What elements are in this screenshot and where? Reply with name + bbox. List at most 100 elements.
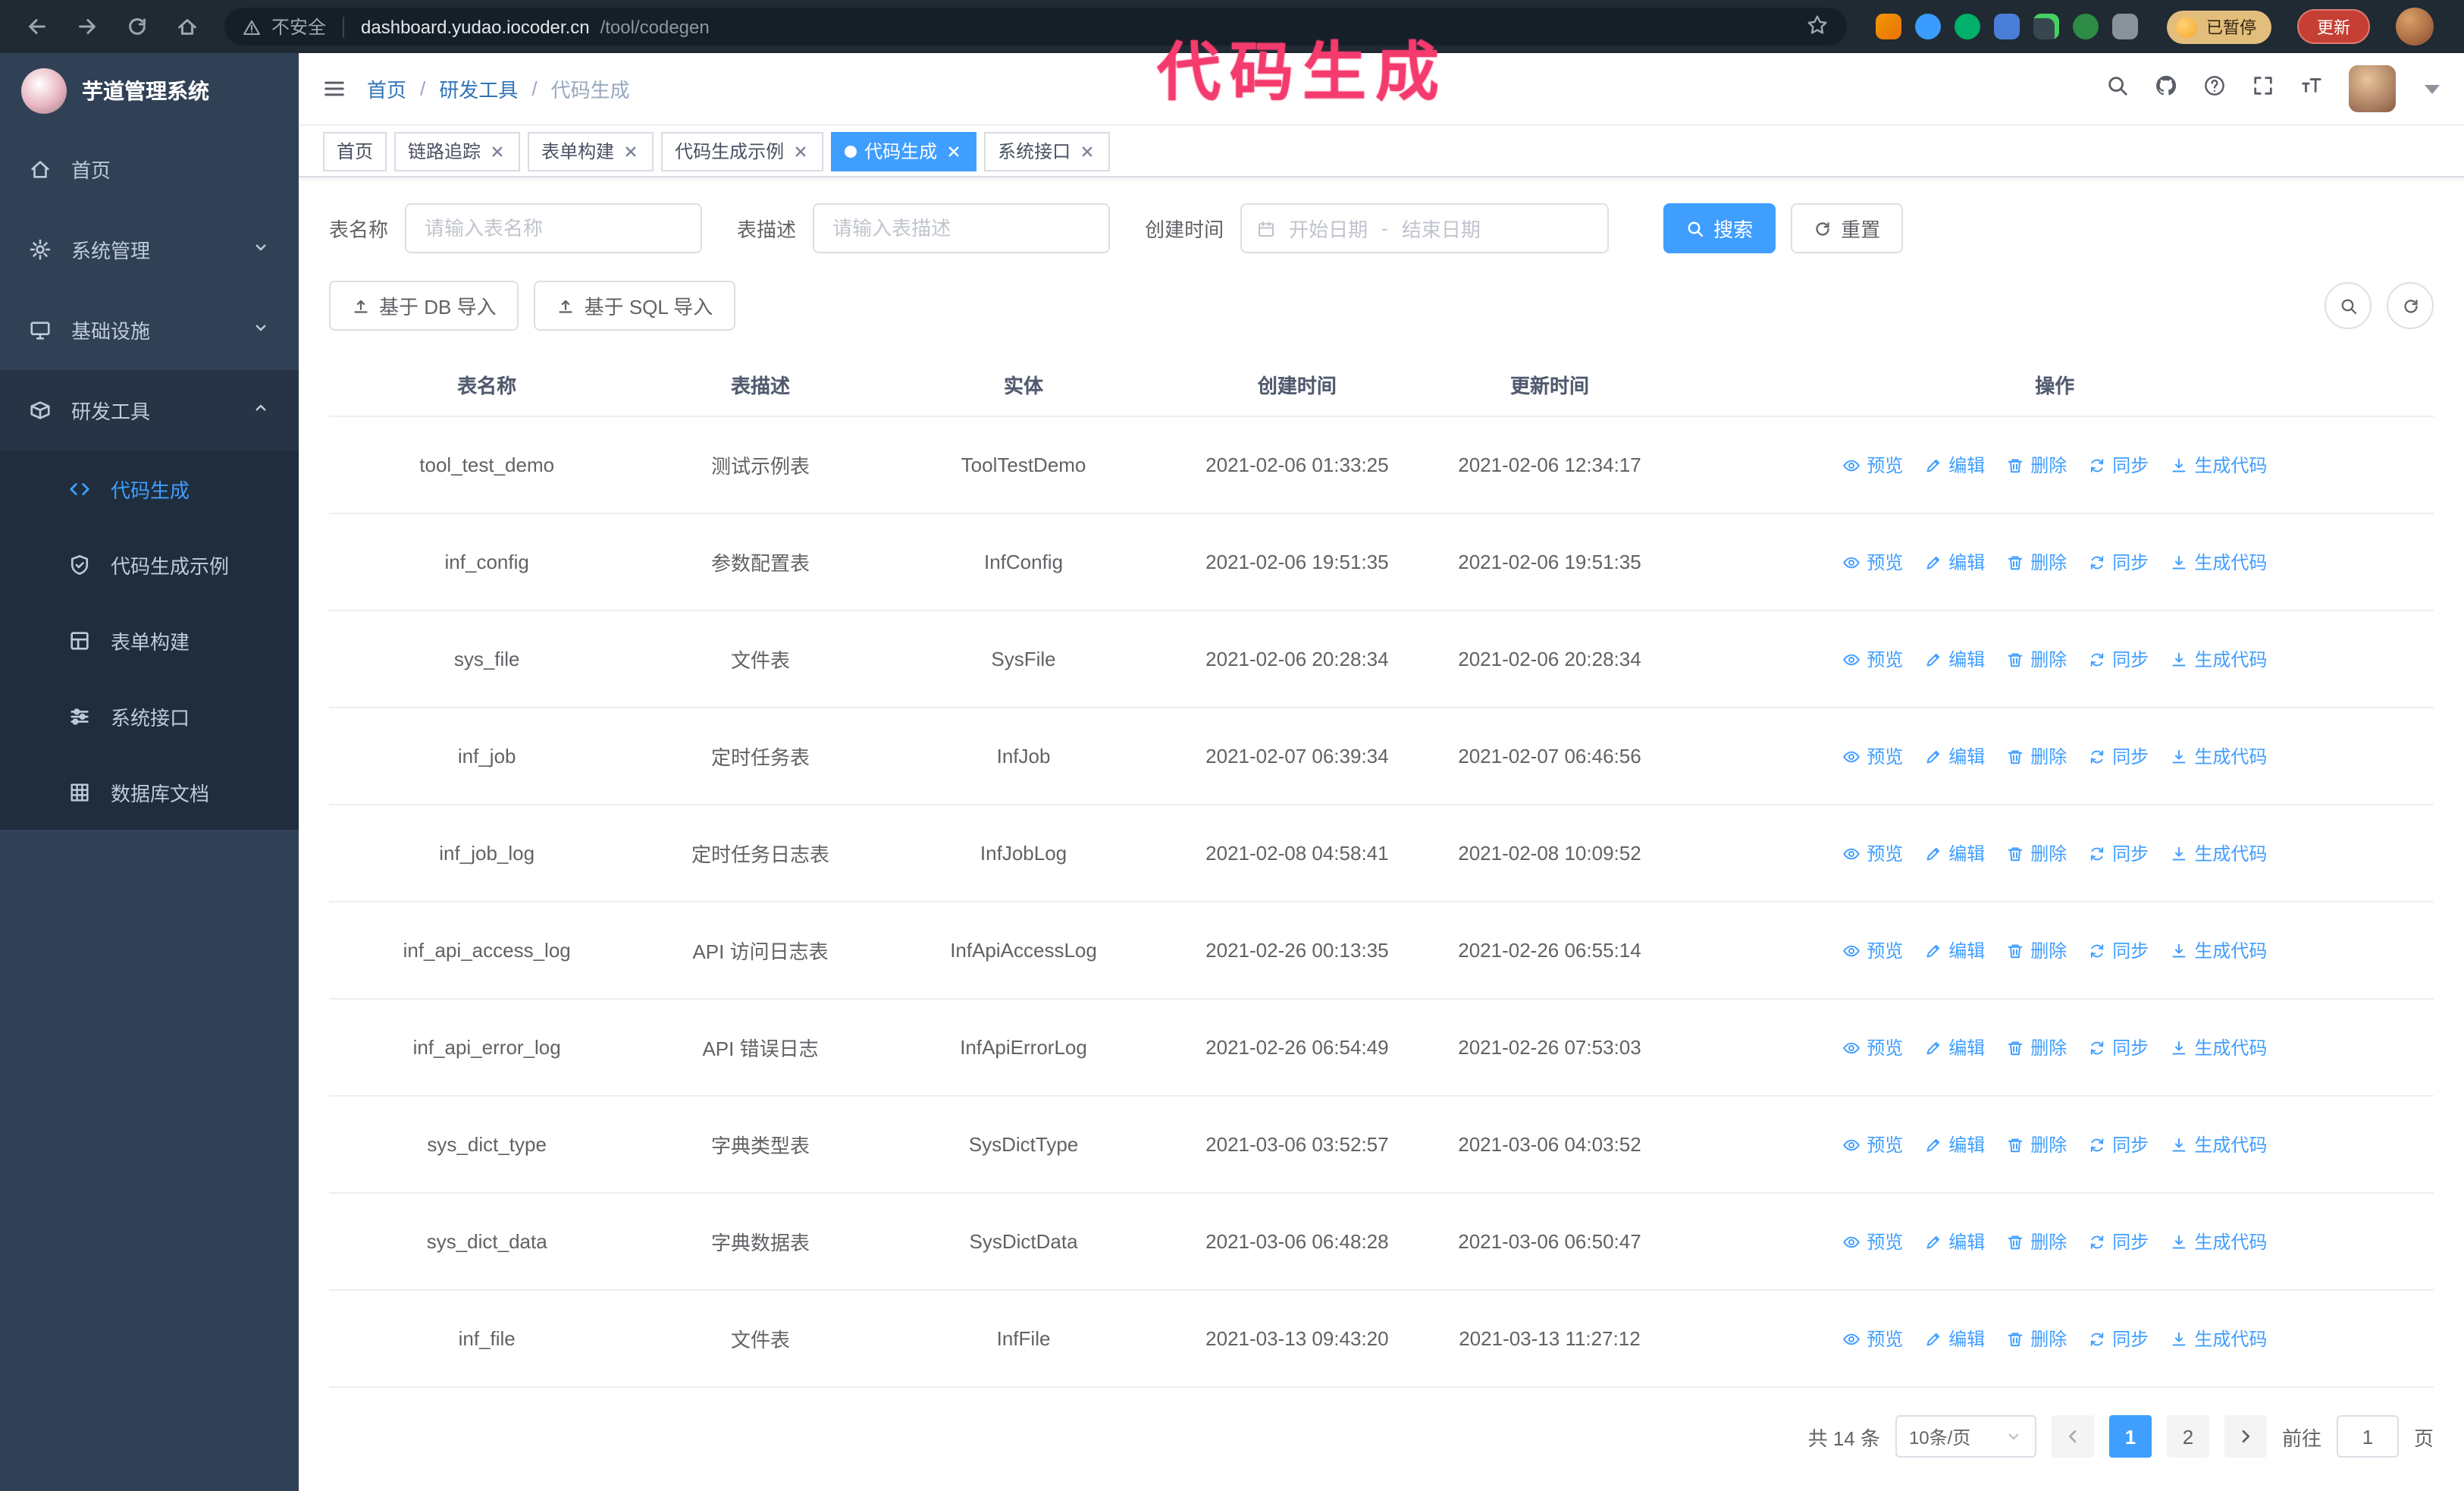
browser-forward-button[interactable]	[68, 8, 105, 45]
font-size-icon[interactable]	[2300, 74, 2323, 104]
browser-profile-avatar[interactable]	[2396, 8, 2434, 46]
browser-extension-icon[interactable]	[1915, 14, 1941, 39]
paused-badge[interactable]: 已暂停	[2167, 10, 2271, 43]
tab-form-builder[interactable]: 表单构建	[528, 131, 654, 171]
tab-codegen-example[interactable]: 代码生成示例	[661, 131, 824, 171]
browser-update-button[interactable]: 更新	[2297, 9, 2370, 44]
preview-link[interactable]: 预览	[1842, 1326, 1903, 1351]
preview-link[interactable]: 预览	[1842, 549, 1903, 575]
preview-link[interactable]: 预览	[1842, 646, 1903, 672]
tab-home[interactable]: 首页	[323, 131, 387, 171]
delete-link[interactable]: 删除	[2006, 1229, 2067, 1254]
tab-tracing[interactable]: 链路追踪	[394, 131, 521, 171]
sync-link[interactable]: 同步	[2088, 1229, 2149, 1254]
goto-page-input[interactable]	[2336, 1415, 2399, 1458]
preview-link[interactable]: 预览	[1842, 937, 1903, 963]
delete-link[interactable]: 删除	[2006, 549, 2067, 575]
delete-link[interactable]: 删除	[2006, 1132, 2067, 1157]
close-icon[interactable]	[1078, 142, 1096, 160]
sync-link[interactable]: 同步	[2088, 1034, 2149, 1060]
edit-link[interactable]: 编辑	[1924, 452, 1985, 478]
import-db-button[interactable]: 基于 DB 导入	[329, 281, 519, 331]
url-bar[interactable]: 不安全 dashboard.yudao.iocoder.cn/tool/code…	[224, 8, 1847, 46]
sidebar-item-infrastructure[interactable]: 基础设施	[0, 290, 299, 370]
generate-code-link[interactable]: 生成代码	[2170, 1326, 2267, 1351]
edit-link[interactable]: 编辑	[1924, 549, 1985, 575]
page-button-1[interactable]: 1	[2108, 1415, 2152, 1458]
browser-back-button[interactable]	[18, 8, 55, 45]
preview-link[interactable]: 预览	[1842, 840, 1903, 866]
edit-link[interactable]: 编辑	[1924, 743, 1985, 769]
browser-extension-icon[interactable]	[2073, 14, 2099, 39]
preview-link[interactable]: 预览	[1842, 1229, 1903, 1254]
delete-link[interactable]: 删除	[2006, 1326, 2067, 1351]
delete-link[interactable]: 删除	[2006, 1034, 2067, 1060]
preview-link[interactable]: 预览	[1842, 743, 1903, 769]
delete-link[interactable]: 删除	[2006, 937, 2067, 963]
reset-button[interactable]: 重置	[1791, 203, 1904, 253]
close-icon[interactable]	[622, 142, 640, 160]
generate-code-link[interactable]: 生成代码	[2170, 646, 2267, 672]
edit-link[interactable]: 编辑	[1924, 937, 1985, 963]
preview-link[interactable]: 预览	[1842, 452, 1903, 478]
generate-code-link[interactable]: 生成代码	[2170, 1229, 2267, 1254]
generate-code-link[interactable]: 生成代码	[2170, 743, 2267, 769]
sidebar-item-system-api[interactable]: 系统接口	[0, 678, 299, 754]
search-icon[interactable]	[2106, 74, 2129, 104]
edit-link[interactable]: 编辑	[1924, 1034, 1985, 1060]
import-sql-button[interactable]: 基于 SQL 导入	[534, 281, 736, 331]
generate-code-link[interactable]: 生成代码	[2170, 937, 2267, 963]
tab-system-api[interactable]: 系统接口	[984, 131, 1111, 171]
sidebar-item-home[interactable]: 首页	[0, 129, 299, 209]
sidebar-item-dev-tools[interactable]: 研发工具	[0, 370, 299, 450]
sidebar-item-form-builder[interactable]: 表单构建	[0, 602, 299, 678]
browser-extension-icon[interactable]	[1994, 14, 2020, 39]
sidebar-item-codegen-example[interactable]: 代码生成示例	[0, 526, 299, 602]
table-desc-input[interactable]	[813, 203, 1111, 253]
edit-link[interactable]: 编辑	[1924, 840, 1985, 866]
generate-code-link[interactable]: 生成代码	[2170, 452, 2267, 478]
browser-extension-icon[interactable]	[1876, 14, 1901, 39]
sidebar-logo[interactable]: 芋道管理系统	[0, 53, 299, 129]
github-icon[interactable]	[2155, 74, 2177, 104]
edit-link[interactable]: 编辑	[1924, 646, 1985, 672]
browser-extension-icon[interactable]	[2033, 14, 2059, 39]
browser-reload-button[interactable]	[118, 8, 155, 45]
close-icon[interactable]	[792, 142, 810, 160]
table-name-input[interactable]	[405, 203, 703, 253]
close-icon[interactable]	[945, 142, 963, 160]
generate-code-link[interactable]: 生成代码	[2170, 1034, 2267, 1060]
next-page-button[interactable]	[2224, 1415, 2267, 1458]
browser-home-button[interactable]	[168, 8, 205, 45]
caret-down-icon[interactable]	[2425, 84, 2440, 93]
sync-link[interactable]: 同步	[2088, 452, 2149, 478]
hamburger-icon[interactable]	[323, 77, 346, 100]
sync-link[interactable]: 同步	[2088, 743, 2149, 769]
close-icon[interactable]	[488, 142, 506, 160]
sync-link[interactable]: 同步	[2088, 549, 2149, 575]
prev-page-button[interactable]	[2051, 1415, 2094, 1458]
date-range-picker[interactable]: 开始日期 - 结束日期	[1240, 203, 1610, 253]
page-size-select[interactable]: 10条/页	[1895, 1415, 2036, 1458]
sidebar-item-system[interactable]: 系统管理	[0, 209, 299, 290]
edit-link[interactable]: 编辑	[1924, 1229, 1985, 1254]
breadcrumb-item[interactable]: 研发工具	[439, 74, 518, 103]
preview-link[interactable]: 预览	[1842, 1034, 1903, 1060]
sync-link[interactable]: 同步	[2088, 646, 2149, 672]
bookmark-star-icon[interactable]	[1806, 13, 1829, 40]
sync-link[interactable]: 同步	[2088, 1326, 2149, 1351]
generate-code-link[interactable]: 生成代码	[2170, 1132, 2267, 1157]
toggle-search-button[interactable]	[2324, 282, 2372, 329]
generate-code-link[interactable]: 生成代码	[2170, 549, 2267, 575]
page-button-2[interactable]: 2	[2166, 1415, 2209, 1458]
help-icon[interactable]	[2203, 74, 2226, 104]
tab-codegen[interactable]: 代码生成	[831, 131, 977, 171]
edit-link[interactable]: 编辑	[1924, 1132, 1985, 1157]
delete-link[interactable]: 删除	[2006, 743, 2067, 769]
refresh-table-button[interactable]	[2387, 282, 2434, 329]
user-avatar[interactable]	[2349, 65, 2396, 112]
fullscreen-icon[interactable]	[2252, 74, 2274, 104]
sidebar-item-db-doc[interactable]: 数据库文档	[0, 754, 299, 830]
delete-link[interactable]: 删除	[2006, 452, 2067, 478]
generate-code-link[interactable]: 生成代码	[2170, 840, 2267, 866]
